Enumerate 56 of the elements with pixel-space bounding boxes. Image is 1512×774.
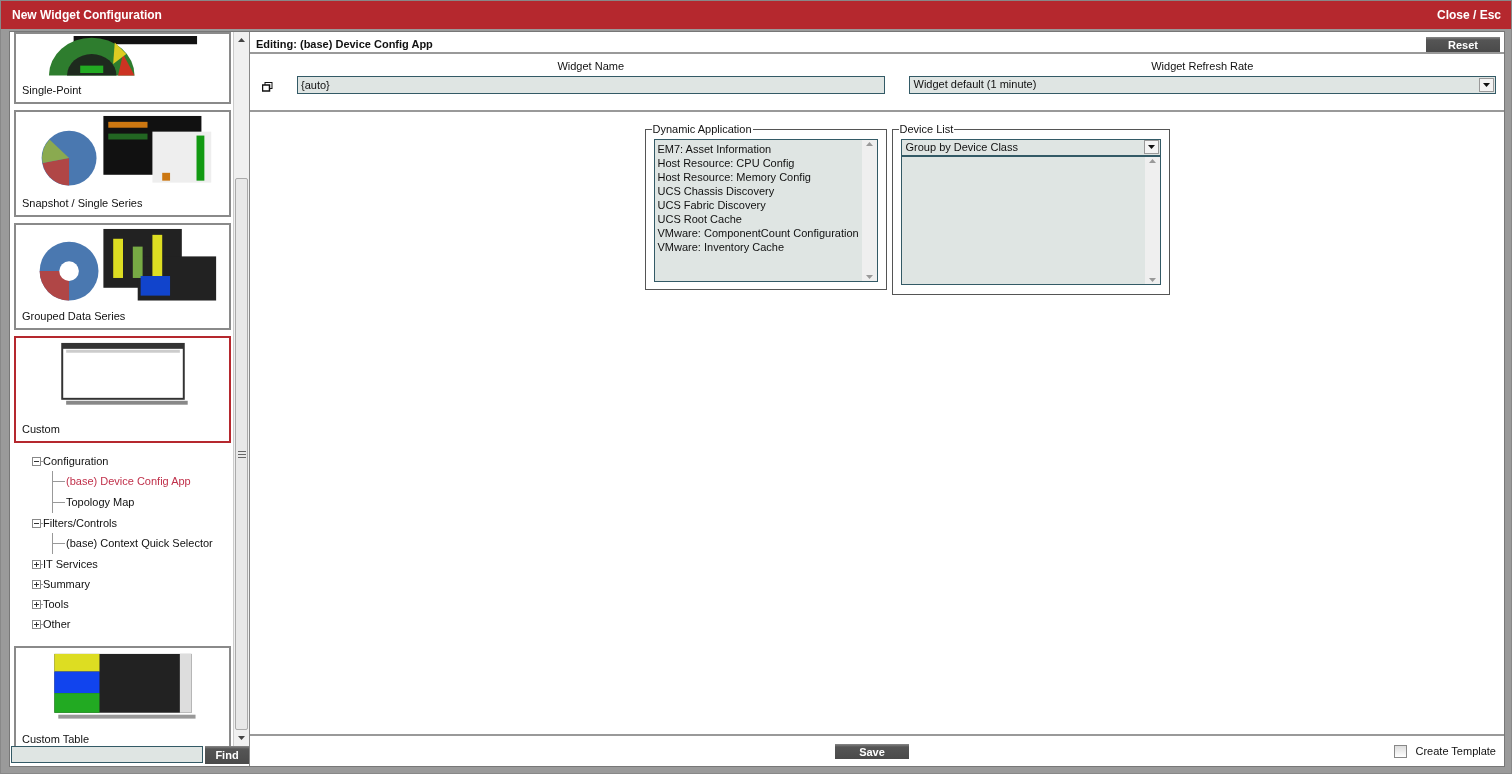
list-item[interactable]: VMware: Inventory Cache <box>657 239 859 254</box>
find-button[interactable]: Find <box>205 746 249 764</box>
grouping-dropdown[interactable]: Group by Device Class <box>901 139 1160 157</box>
list-item[interactable]: Host Resource: CPU Config <box>657 155 859 170</box>
field-label: Widget Refresh Rate <box>1150 59 1255 74</box>
list-item[interactable]: UCS Chassis Discovery <box>657 183 859 198</box>
tree-node[interactable]: Other <box>43 615 71 633</box>
widget-name-field[interactable]: {auto} <box>297 75 885 94</box>
grip-icon <box>237 450 246 458</box>
list-item[interactable]: Host Resource: Memory Config <box>657 169 859 184</box>
tree-node[interactable]: Configuration <box>43 452 109 470</box>
tree-item[interactable]: Topology Map <box>66 494 135 511</box>
tree-node[interactable]: Tools <box>43 595 69 613</box>
refresh-rate-dropdown[interactable]: Widget default (1 minute) <box>908 75 1496 94</box>
widget-label: Single-Point <box>22 82 83 98</box>
scrollbar[interactable] <box>233 32 249 746</box>
tree-node[interactable]: Summary <box>43 575 91 593</box>
editor-title: Editing: (base) Device Config App <box>256 36 433 52</box>
tree-item[interactable]: (base) Context Quick Selector <box>66 535 213 552</box>
widget-label: Snapshot / Single Series <box>22 195 144 211</box>
list-item[interactable]: VMware: ComponentCount Configuration <box>657 225 859 240</box>
tree-item[interactable]: (base) Device Config App <box>66 473 191 490</box>
scroll-down-icon[interactable] <box>238 735 245 740</box>
window-icon[interactable] <box>262 81 273 92</box>
expand-toggle[interactable] <box>32 579 41 589</box>
widget-label: Custom Table <box>22 731 91 746</box>
tree-node[interactable]: Filters/Controls <box>43 514 117 532</box>
list-item[interactable]: UCS Root Cache <box>657 211 859 226</box>
tree-node[interactable]: IT Services <box>43 555 98 573</box>
reset-button[interactable]: Reset <box>1426 36 1500 52</box>
application-listbox[interactable]: EM7: Asset Information Host Resource: CPU Config Host Resource: Memory Config UCS Chassis Discovery UCS Fabric Discovery UCS Root Cache VMware: ComponentCount Configuration VMware: Inventory Cache <box>653 138 878 282</box>
list-item[interactable]: EM7: Asset Information <box>657 141 859 156</box>
collapse-toggle[interactable] <box>32 518 41 528</box>
expand-toggle[interactable] <box>32 599 41 609</box>
close-link[interactable]: Close / Esc <box>1436 6 1501 24</box>
checkbox-label: Create Template <box>1415 743 1496 759</box>
expand-toggle[interactable] <box>32 619 41 629</box>
list-item[interactable]: UCS Fabric Discovery <box>657 197 859 212</box>
scroll-up-icon[interactable] <box>238 37 245 42</box>
widget-label: Custom <box>22 421 61 437</box>
save-button[interactable]: Save <box>835 743 909 759</box>
group-legend: Device List <box>898 123 955 135</box>
caret-icon <box>1483 82 1490 87</box>
widget-label: Grouped Data Series <box>22 308 127 324</box>
field-label: Widget Name <box>556 59 626 74</box>
widget-card[interactable]: Snapshot / Single Series <box>14 110 231 217</box>
caret-icon <box>1147 145 1155 149</box>
widget-card[interactable]: Single-Point <box>14 32 231 104</box>
checkbox[interactable] <box>1394 744 1408 758</box>
group-legend: Dynamic Application <box>651 123 753 135</box>
widget-card[interactable]: Grouped Data Series <box>14 223 231 330</box>
window-title: New Widget Configuration <box>12 7 162 24</box>
widget-card[interactable]: Custom <box>14 336 231 443</box>
expand-toggle[interactable] <box>32 559 41 569</box>
collapse-toggle[interactable] <box>32 456 41 466</box>
search-field[interactable] <box>11 746 203 763</box>
